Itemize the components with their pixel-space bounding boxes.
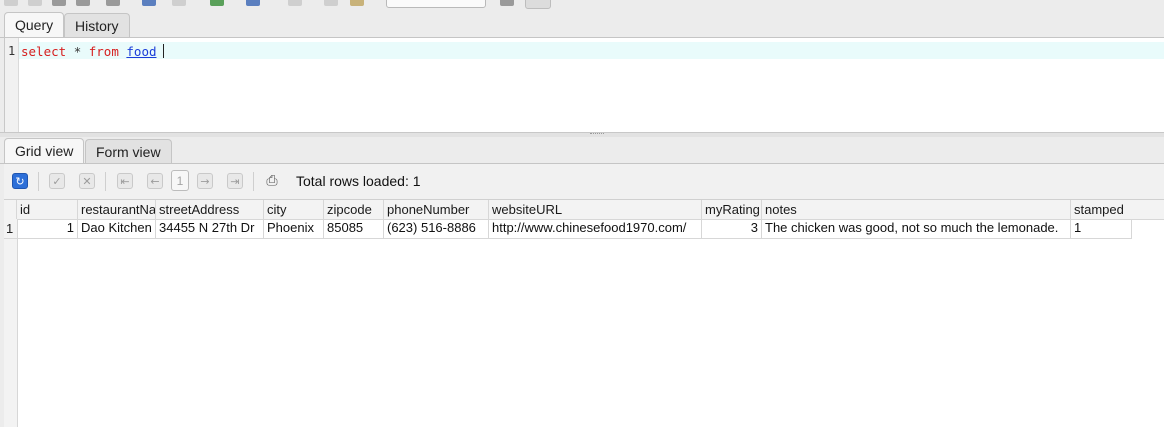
toolbar-separator <box>38 172 39 191</box>
print-icon[interactable]: ⎙ <box>264 173 280 189</box>
cell-phonenumber[interactable]: (623) 516-8886 <box>384 219 489 238</box>
column-header-zipcode[interactable]: zipcode <box>324 200 384 219</box>
toolbar-icon[interactable] <box>28 0 42 6</box>
cell-city[interactable]: Phoenix <box>264 219 324 238</box>
page-number-field[interactable]: 1 <box>171 170 189 191</box>
table-identifier[interactable]: food <box>126 44 156 59</box>
cell-myrating[interactable]: 3 <box>702 219 762 238</box>
rows-loaded-status: Total rows loaded: 1 <box>296 173 421 189</box>
column-header-stamped[interactable]: stamped <box>1071 200 1164 219</box>
cell-zipcode[interactable]: 85085 <box>324 219 384 238</box>
commit-icon[interactable]: ✓ <box>49 173 65 189</box>
rollback-icon[interactable]: ✕ <box>79 173 95 189</box>
toolbar-icon[interactable] <box>210 0 224 6</box>
query-tabbar: Query History <box>0 11 1164 38</box>
column-header-restaurantname[interactable]: restaurantName <box>78 200 156 219</box>
column-header-phonenumber[interactable]: phoneNumber <box>384 200 489 219</box>
toolbar-combo[interactable] <box>386 0 486 8</box>
cell-streetaddress[interactable]: 34455 N 27th Dr <box>156 219 264 238</box>
line-number: 1 <box>8 44 16 58</box>
toolbar-icon[interactable] <box>4 0 18 6</box>
toolbar-icon[interactable] <box>324 0 338 6</box>
keyword-select: select <box>21 44 67 59</box>
toolbar-icon[interactable] <box>288 0 302 6</box>
cell-notes[interactable]: The chicken was good, not so much the le… <box>762 219 1071 238</box>
refresh-icon[interactable]: ↻ <box>12 173 28 189</box>
toolbar-icon[interactable] <box>172 0 186 6</box>
cell-restaurantname[interactable]: Dao Kitchen <box>78 219 156 238</box>
table-row[interactable]: 1 Dao Kitchen 34455 N 27th Dr Phoenix 85… <box>4 219 1132 239</box>
keyword-from: from <box>88 44 119 59</box>
column-header-websiteurl[interactable]: websiteURL <box>489 200 702 219</box>
last-page-icon[interactable]: ⇥ <box>227 173 243 189</box>
cell-stamped[interactable]: 1 <box>1071 219 1132 238</box>
main-toolbar <box>0 0 1164 10</box>
line-number-gutter: 1 <box>5 38 19 132</box>
toolbar-icon[interactable] <box>106 0 120 6</box>
operator-star: * <box>73 44 82 59</box>
cell-id[interactable]: 1 <box>17 219 78 238</box>
toolbar-icon[interactable] <box>76 0 90 6</box>
column-header-myrating[interactable]: myRating <box>702 200 762 219</box>
cell-websiteurl[interactable]: http://www.chinesefood1970.com/ <box>489 219 702 238</box>
column-header-id[interactable]: id <box>17 200 78 219</box>
toolbar-separator <box>253 172 254 191</box>
tab-grid-view[interactable]: Grid view <box>4 138 85 164</box>
column-header-city[interactable]: city <box>264 200 324 219</box>
toolbar-icon[interactable] <box>142 0 156 6</box>
toolbar-icon[interactable] <box>500 0 514 6</box>
sql-editor[interactable]: 1 select * from food <box>4 38 1164 132</box>
results-toolbar: ↻ ✓ ✕ ⇤ ← 1 → ⇥ ⎙ Total rows loaded: 1 <box>4 164 1164 200</box>
toolbar-separator <box>105 172 106 191</box>
first-page-icon[interactable]: ⇤ <box>117 173 133 189</box>
row-number-column: 1 <box>4 219 18 427</box>
grid-header-row: id restaurantName streetAddress city zip… <box>4 200 1164 220</box>
corner-cell[interactable] <box>4 200 17 219</box>
sql-code-line[interactable]: select * from food <box>21 44 164 59</box>
results-grid: id restaurantName streetAddress city zip… <box>4 200 1164 427</box>
current-line-highlight <box>19 42 1164 59</box>
next-page-icon[interactable]: → <box>197 173 213 189</box>
text-caret <box>162 44 164 58</box>
result-tabbar: Grid view Form view <box>0 136 1164 164</box>
column-header-streetaddress[interactable]: streetAddress <box>156 200 264 219</box>
toolbar-icon[interactable] <box>350 0 364 6</box>
column-header-notes[interactable]: notes <box>762 200 1071 219</box>
tab-form-view[interactable]: Form view <box>85 139 172 164</box>
tab-query[interactable]: Query <box>4 12 65 38</box>
toolbar-icon[interactable] <box>52 0 66 6</box>
tab-history[interactable]: History <box>64 13 130 37</box>
toolbar-icon[interactable] <box>246 0 260 6</box>
previous-page-icon[interactable]: ← <box>147 173 163 189</box>
toolbar-toggle-button[interactable] <box>525 0 551 9</box>
